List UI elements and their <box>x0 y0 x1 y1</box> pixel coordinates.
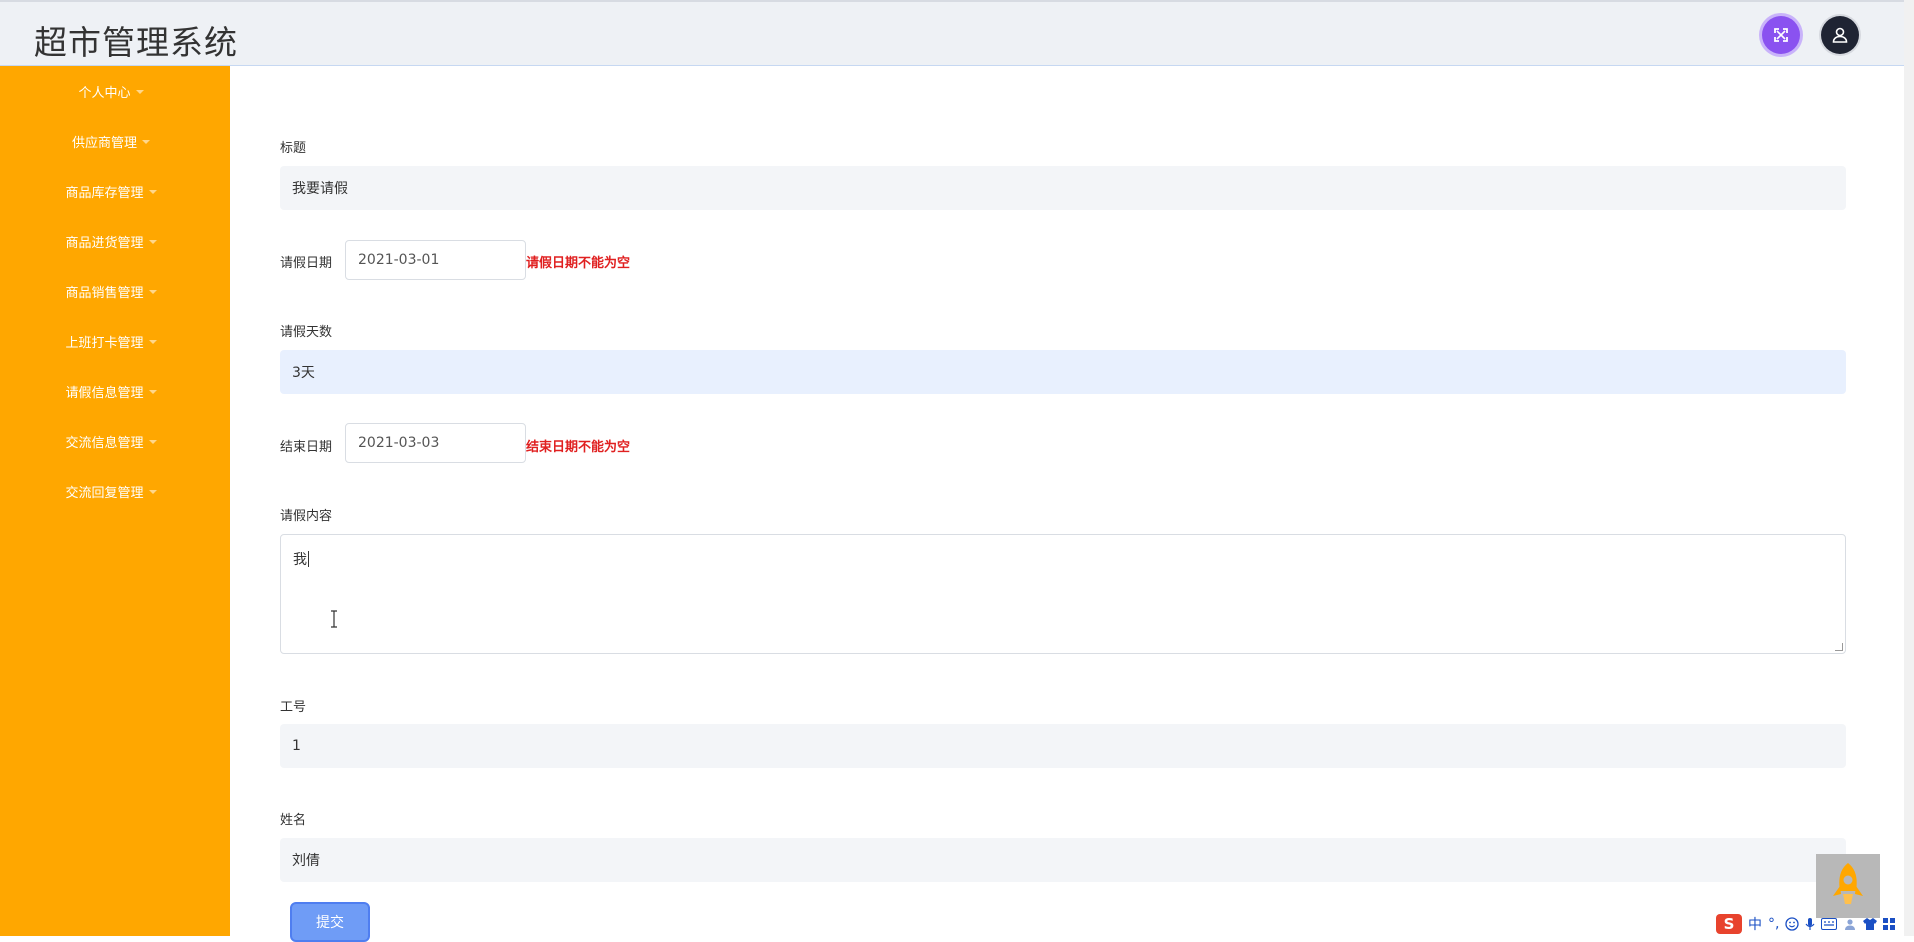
sidebar-item-label: 商品销售管理 <box>65 286 144 301</box>
title-input[interactable]: 我要请假 <box>280 166 1846 210</box>
sidebar-item-purchase[interactable]: 商品进货管理 <box>0 232 222 251</box>
sidebar-item-personal-center[interactable]: 个人中心 <box>0 82 222 101</box>
keyboard-icon[interactable] <box>1821 918 1838 930</box>
end-date-value: 2021-03-03 <box>358 435 440 451</box>
app-title: 超市管理系统 <box>34 23 238 62</box>
sidebar-item-inventory[interactable]: 商品库存管理 <box>0 182 222 201</box>
caret-down-icon <box>148 240 157 244</box>
sidebar-item-leave[interactable]: 请假信息管理 <box>0 382 222 401</box>
user-tray-icon[interactable] <box>1843 917 1857 931</box>
name-input[interactable]: 刘倩 <box>280 838 1846 882</box>
sidebar-item-label: 交流信息管理 <box>65 436 144 451</box>
sidebar: 个人中心 供应商管理 商品库存管理 商品进货管理 商品销售管理 上班打卡管理 请… <box>0 66 230 936</box>
user-icon <box>1832 27 1848 43</box>
title-label: 标题 <box>280 141 307 156</box>
ibeam-cursor-icon <box>331 610 337 628</box>
leave-date-value: 2021-03-01 <box>358 252 440 268</box>
caret-down-icon <box>148 290 157 294</box>
page-scrollbar[interactable] <box>1904 0 1914 936</box>
ime-mode-toggle[interactable]: 中 <box>1748 914 1762 934</box>
title-input-value: 我要请假 <box>292 181 348 197</box>
sidebar-item-communication[interactable]: 交流信息管理 <box>0 432 222 451</box>
rocket-icon <box>1833 863 1863 904</box>
fullscreen-icon <box>1774 28 1788 42</box>
leave-date-label: 请假日期 <box>280 256 333 271</box>
caret-down-icon <box>135 90 144 94</box>
caret-down-icon <box>148 390 157 394</box>
leave-date-error: 请假日期不能为空 <box>526 256 631 271</box>
top-header: 超市管理系统 <box>0 0 1904 66</box>
end-date-error: 结束日期不能为空 <box>526 440 631 455</box>
shirt-icon[interactable] <box>1863 917 1878 931</box>
caret-down-icon <box>148 190 157 194</box>
caret-down-icon <box>142 140 150 144</box>
employee-id-label: 工号 <box>280 700 307 715</box>
ime-tray: S 中 °, <box>1712 912 1914 936</box>
sogou-ime-icon[interactable]: S <box>1716 914 1742 934</box>
days-label: 请假天数 <box>280 325 333 340</box>
sidebar-item-label: 商品进货管理 <box>65 236 144 251</box>
fullscreen-button[interactable] <box>1762 16 1800 54</box>
caret-down-icon <box>148 440 157 444</box>
caret-down-icon <box>148 340 157 344</box>
emoji-icon[interactable] <box>1785 917 1800 931</box>
sidebar-item-sales[interactable]: 商品销售管理 <box>0 282 222 301</box>
caret-down-icon <box>148 490 157 494</box>
submit-button[interactable]: 提交 <box>290 902 370 942</box>
days-input-value: 3天 <box>292 365 315 381</box>
sidebar-item-label: 商品库存管理 <box>65 186 144 201</box>
sidebar-item-attendance[interactable]: 上班打卡管理 <box>0 332 222 351</box>
end-date-label: 结束日期 <box>280 440 333 455</box>
resize-grip-icon[interactable] <box>1835 643 1843 651</box>
employee-id-value: 1 <box>292 738 301 754</box>
content-textarea-value: 我 <box>293 552 307 568</box>
end-date-picker[interactable]: 2021-03-03 <box>345 423 526 463</box>
grid-icon[interactable] <box>1883 918 1896 930</box>
days-input[interactable]: 3天 <box>280 350 1846 394</box>
text-cursor <box>308 551 309 567</box>
sidebar-item-label: 个人中心 <box>78 86 131 101</box>
punctuation-toggle[interactable]: °, <box>1768 916 1779 932</box>
name-input-value: 刘倩 <box>292 853 320 869</box>
main-content: 标题 我要请假 请假日期 2021-03-01 请假日期不能为空 请假天数 3天… <box>230 66 1904 942</box>
sidebar-item-supplier[interactable]: 供应商管理 <box>0 132 222 151</box>
sidebar-item-label: 供应商管理 <box>71 136 137 151</box>
sidebar-item-label: 请假信息管理 <box>65 386 144 401</box>
sidebar-item-label: 上班打卡管理 <box>65 336 144 351</box>
sidebar-item-replies[interactable]: 交流回复管理 <box>0 482 222 501</box>
microphone-icon[interactable] <box>1805 917 1815 931</box>
name-label: 姓名 <box>280 813 307 828</box>
user-avatar-button[interactable] <box>1821 16 1859 54</box>
content-textarea[interactable]: 我 <box>280 534 1846 654</box>
leave-date-picker[interactable]: 2021-03-01 <box>345 240 526 280</box>
back-to-top-button[interactable] <box>1816 854 1880 918</box>
sidebar-item-label: 交流回复管理 <box>65 486 144 501</box>
employee-id-input[interactable]: 1 <box>280 724 1846 768</box>
content-label: 请假内容 <box>280 509 333 524</box>
